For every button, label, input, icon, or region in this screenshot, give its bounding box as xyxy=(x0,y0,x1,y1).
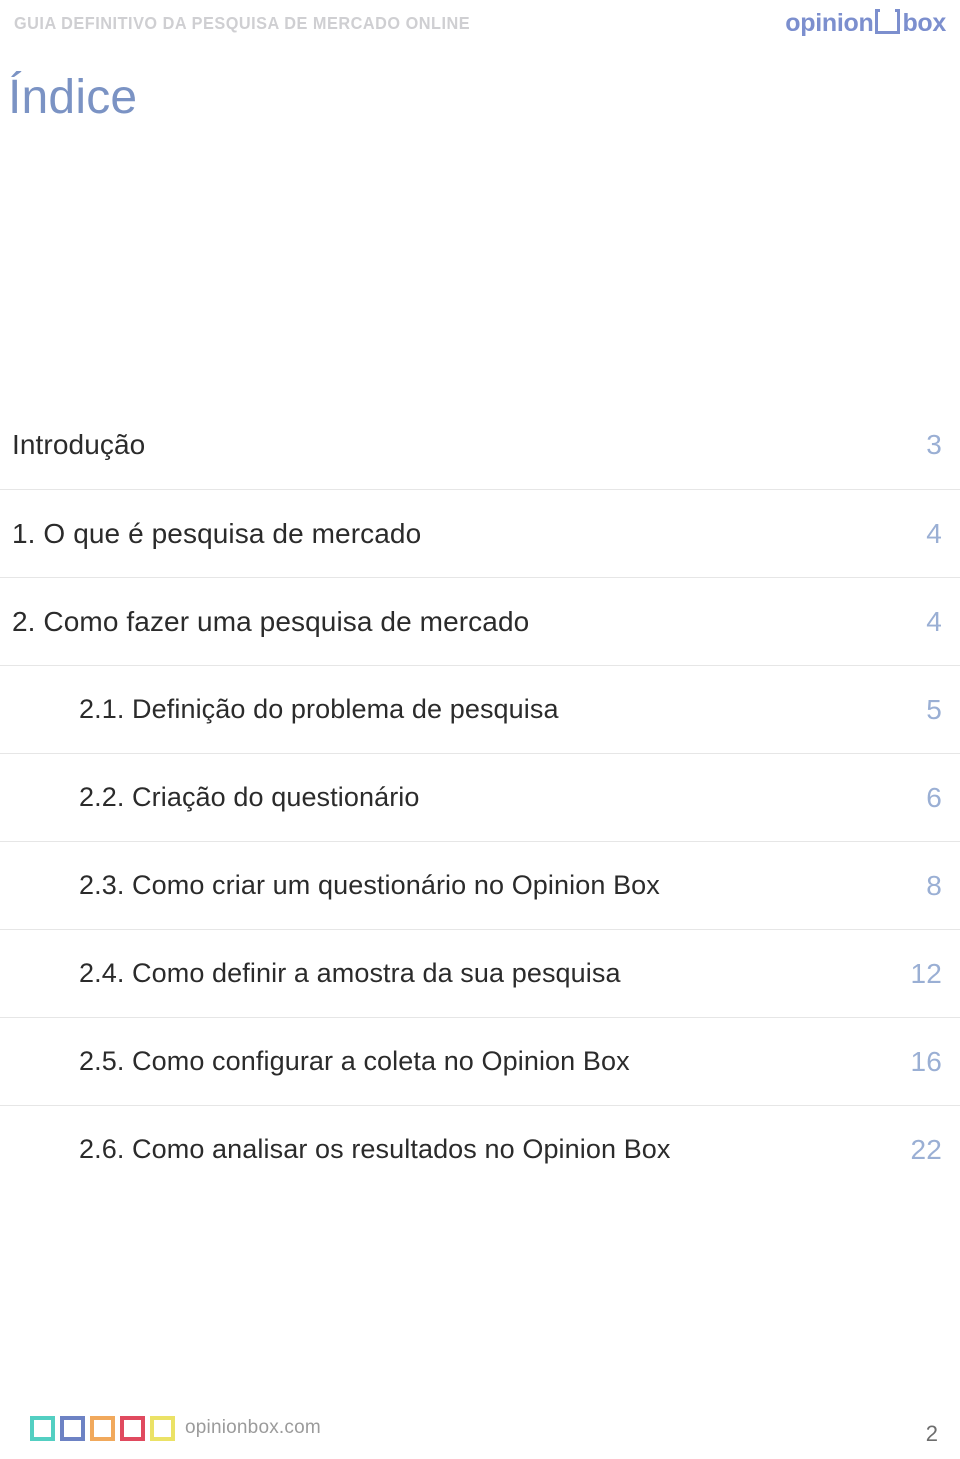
toc-entry-page-number: 6 xyxy=(926,781,942,813)
toc-entry-page-number: 12 xyxy=(910,957,942,989)
table-of-contents: Introdução 3 1. O que é pesquisa de mercad… xyxy=(0,401,960,1193)
toc-entry[interactable]: 2.2. Criação do questionário 6 xyxy=(0,753,960,841)
toc-entry-label: 2.4. Como definir a amostra da sua pesqu… xyxy=(79,958,621,988)
toc-entry-page-number: 3 xyxy=(926,429,942,460)
logo-word-box: box xyxy=(902,9,946,37)
toc-entry-label: 2.1. Definição do problema de pesquisa xyxy=(79,694,559,724)
footer-color-marks xyxy=(30,1416,175,1441)
square-outline-icon xyxy=(875,9,901,34)
header-kicker: GUIA DEFINITIVO DA PESQUISA DE MERCADO O… xyxy=(14,13,471,33)
square-mark-teal xyxy=(30,1416,55,1441)
toc-entry-label: 1. O que é pesquisa de mercado xyxy=(12,517,422,549)
footer-page-number: 2 xyxy=(925,1421,938,1446)
toc-entry-page-number: 16 xyxy=(910,1045,942,1077)
page-title: Índice xyxy=(8,71,138,124)
toc-entry-page-number: 22 xyxy=(910,1133,942,1165)
toc-entry-label: 2.5. Como configurar a coleta no Opinion… xyxy=(79,1046,630,1076)
toc-entry-page-number: 8 xyxy=(926,869,942,901)
toc-entry[interactable]: 1. O que é pesquisa de mercado 4 xyxy=(0,489,960,577)
toc-entry-label: 2.3. Como criar um questionário no Opini… xyxy=(79,870,660,900)
toc-entry-label: 2.6. Como analisar os resultados no Opin… xyxy=(79,1134,671,1164)
opinion-box-logo: opinion box xyxy=(785,8,946,38)
page-footer: opinionbox.com 2 xyxy=(0,1387,960,1459)
toc-entry-page-number: 5 xyxy=(926,693,942,725)
page-header: GUIA DEFINITIVO DA PESQUISA DE MERCADO O… xyxy=(0,0,960,52)
toc-entry[interactable]: 2.1. Definição do problema de pesquisa 5 xyxy=(0,665,960,753)
square-mark-red xyxy=(120,1416,145,1441)
square-mark-orange xyxy=(90,1416,115,1441)
square-mark-yellow xyxy=(150,1416,175,1441)
toc-entry-label: Introdução xyxy=(12,429,146,460)
toc-entry[interactable]: Introdução 3 xyxy=(0,401,960,489)
logo-word-opinion: opinion xyxy=(785,9,874,37)
toc-entry[interactable]: 2.4. Como definir a amostra da sua pesqu… xyxy=(0,929,960,1017)
square-mark-blue xyxy=(60,1416,85,1441)
toc-entry-page-number: 4 xyxy=(926,605,942,637)
toc-entry-label: 2.2. Criação do questionário xyxy=(79,782,420,812)
toc-entry[interactable]: 2.5. Como configurar a coleta no Opinion… xyxy=(0,1017,960,1105)
toc-entry-label: 2. Como fazer uma pesquisa de mercado xyxy=(12,605,530,637)
footer-website-url[interactable]: opinionbox.com xyxy=(185,1417,321,1439)
toc-entry[interactable]: 2.6. Como analisar os resultados no Opin… xyxy=(0,1105,960,1193)
toc-entry[interactable]: 2.3. Como criar um questionário no Opini… xyxy=(0,841,960,929)
toc-entry[interactable]: 2. Como fazer uma pesquisa de mercado 4 xyxy=(0,577,960,665)
toc-entry-page-number: 4 xyxy=(926,517,942,549)
